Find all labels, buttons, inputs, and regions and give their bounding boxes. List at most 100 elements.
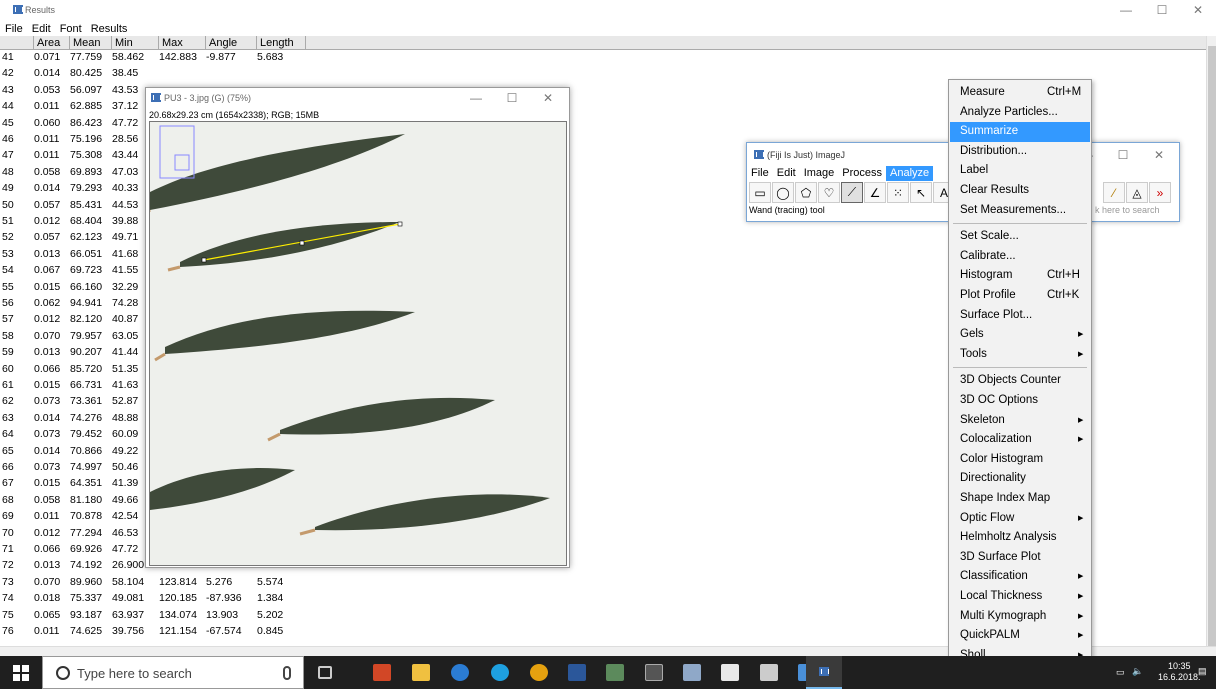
brush-tool-icon[interactable]: ⁄	[1103, 182, 1125, 203]
polygon-tool-icon[interactable]: ⬠	[795, 182, 817, 203]
maximize-button[interactable]: ☐	[1144, 3, 1180, 17]
menu-item-3d-surface-plot[interactable]: 3D Surface Plot	[950, 548, 1090, 568]
column-header-angle[interactable]: Angle	[206, 36, 257, 50]
calculator-icon[interactable]	[645, 664, 663, 681]
scrollbar-thumb[interactable]	[1208, 46, 1216, 646]
image-window[interactable]: PU3 - 3.jpg (G) (75%) — ☐ ✕ 20.68x29.23 …	[145, 87, 570, 568]
camera-icon[interactable]	[760, 664, 778, 681]
more-tools-icon[interactable]: »	[1149, 182, 1171, 203]
menu-font[interactable]: Font	[55, 22, 86, 36]
flood-fill-tool-icon[interactable]: ◬	[1126, 182, 1148, 203]
image-canvas[interactable]	[149, 121, 567, 566]
menu-results[interactable]: Results	[86, 22, 132, 36]
search-hint-text[interactable]: k here to search	[1095, 205, 1160, 215]
table-cell: 74.625	[70, 625, 103, 637]
minimize-button[interactable]: —	[1108, 3, 1144, 17]
start-button[interactable]	[0, 656, 42, 689]
table-cell: 0.012	[34, 526, 61, 539]
wand-tool-icon[interactable]: ↖	[910, 182, 932, 203]
table-row[interactable]: 73 0.070 89.960 58.104 123.814 5.276 5.574	[0, 575, 320, 589]
edge-icon[interactable]	[451, 664, 469, 681]
table-cell: 0.073	[34, 395, 61, 408]
menu-item-label[interactable]: Label	[950, 161, 1090, 181]
menu-item-classification[interactable]: Classification ▶	[950, 567, 1090, 587]
image-close-button[interactable]: ✕	[530, 91, 566, 105]
menu-item-set-measurements[interactable]: Set Measurements...	[950, 201, 1090, 221]
network-app-icon[interactable]	[683, 664, 701, 681]
freehand-tool-icon[interactable]: ♡	[818, 182, 840, 203]
imagej-close-button[interactable]: ✕	[1141, 148, 1177, 162]
oval-tool-icon[interactable]: ◯	[772, 182, 794, 203]
volume-icon[interactable]: 🔈	[1132, 666, 1143, 677]
menu-item-clear-results[interactable]: Clear Results	[950, 181, 1090, 201]
menu-item-multi-kymograph[interactable]: Multi Kymograph ▶	[950, 607, 1090, 627]
image-maximize-button[interactable]: ☐	[494, 91, 530, 105]
menu-image[interactable]: Image	[800, 166, 839, 181]
menu-item-skeleton[interactable]: Skeleton ▶	[950, 411, 1090, 431]
menu-item-helmholtz-analysis[interactable]: Helmholtz Analysis	[950, 528, 1090, 548]
menu-item-color-histogram[interactable]: Color Histogram	[950, 450, 1090, 470]
table-row[interactable]: 76 0.011 74.625 39.756 121.154 -67.574 0.845	[0, 624, 320, 638]
store-icon[interactable]	[721, 664, 739, 681]
menu-item-measure[interactable]: Measure Ctrl+M	[950, 83, 1090, 103]
menu-item-directionality[interactable]: Directionality	[950, 469, 1090, 489]
table-cell: 0.057	[34, 231, 61, 244]
menu-item-histogram[interactable]: Histogram Ctrl+H	[950, 266, 1090, 286]
menu-edit[interactable]: Edit	[27, 22, 55, 36]
column-header-area[interactable]: Area	[34, 36, 70, 50]
task-view-icon[interactable]	[318, 666, 332, 679]
clock[interactable]: 10:35 16.6.2018.	[1158, 661, 1201, 683]
line-tool-icon[interactable]: ⟋	[841, 182, 863, 203]
menu-item-calibrate[interactable]: Calibrate...	[950, 247, 1090, 267]
table-cell: 79.452	[70, 428, 103, 441]
menu-item-summarize[interactable]: Summarize	[950, 122, 1090, 142]
image-window-titlebar[interactable]: PU3 - 3.jpg (G) (75%) — ☐ ✕	[146, 88, 569, 108]
menu-item-plot-profile[interactable]: Plot Profile Ctrl+K	[950, 286, 1090, 306]
rectangle-tool-icon[interactable]: ▭	[749, 182, 771, 203]
image-minimize-button[interactable]: —	[458, 91, 494, 105]
word-icon[interactable]	[568, 664, 586, 681]
table-row[interactable]: 41 0.071 77.759 58.462 142.883 -9.877 5.683	[0, 50, 320, 64]
microphone-icon[interactable]	[283, 666, 291, 680]
menu-item-colocalization[interactable]: Colocalization ▶	[950, 430, 1090, 450]
menu-item-shape-index-map[interactable]: Shape Index Map	[950, 489, 1090, 509]
close-button[interactable]: ✕	[1180, 3, 1216, 17]
menu-item-gels[interactable]: Gels ▶	[950, 325, 1090, 345]
menu-item-set-scale[interactable]: Set Scale...	[950, 227, 1090, 247]
menu-item-3d-objects-counter[interactable]: 3D Objects Counter	[950, 371, 1090, 391]
menu-item-3d-oc-options[interactable]: 3D OC Options	[950, 391, 1090, 411]
imagej-maximize-button[interactable]: ☐	[1105, 148, 1141, 162]
table-row[interactable]: 74 0.018 75.337 49.081 120.185 -87.936 1.384	[0, 591, 320, 605]
column-header-max[interactable]: Max	[159, 36, 206, 50]
menu-item-distribution[interactable]: Distribution...	[950, 142, 1090, 162]
powerpoint-icon[interactable]	[373, 664, 391, 681]
notifications-icon[interactable]: ▤	[1198, 666, 1207, 677]
menu-item-quickpalm[interactable]: QuickPALM ▶	[950, 626, 1090, 646]
menu-item-optic-flow[interactable]: Optic Flow ▶	[950, 509, 1090, 529]
table-row[interactable]: 75 0.065 93.187 63.937 134.074 13.903 5.202	[0, 608, 320, 622]
menu-item-local-thickness[interactable]: Local Thickness ▶	[950, 587, 1090, 607]
taskbar-search[interactable]: Type here to search	[42, 656, 304, 689]
angle-tool-icon[interactable]: ∠	[864, 182, 886, 203]
internet-explorer-icon[interactable]	[491, 664, 509, 681]
column-header-mean[interactable]: Mean	[70, 36, 112, 50]
menu-analyze[interactable]: Analyze	[886, 166, 934, 181]
image-viewer-icon[interactable]	[606, 664, 624, 681]
battery-icon[interactable]: ▭	[1116, 667, 1125, 678]
menu-file[interactable]: File	[747, 166, 773, 181]
table-row[interactable]: 42 0.014 80.425 38.45	[0, 66, 320, 80]
menu-item-surface-plot[interactable]: Surface Plot...	[950, 306, 1090, 326]
menu-file[interactable]: File	[0, 22, 27, 36]
multipoint-tool-icon[interactable]: ⁙	[887, 182, 909, 203]
file-explorer-icon[interactable]	[412, 664, 430, 681]
menu-item-tools[interactable]: Tools ▶	[950, 345, 1090, 365]
column-header-length[interactable]: Length	[257, 36, 306, 50]
column-header-min[interactable]: Min	[112, 36, 159, 50]
menu-edit[interactable]: Edit	[773, 166, 800, 181]
chrome-icon[interactable]	[530, 664, 548, 681]
imagej-taskbar-button[interactable]	[806, 656, 842, 689]
menu-process[interactable]: Process	[838, 166, 886, 181]
submenu-arrow-icon: ▶	[1078, 416, 1084, 424]
vertical-scrollbar[interactable]	[1206, 36, 1216, 646]
menu-item-analyze-particles[interactable]: Analyze Particles...	[950, 103, 1090, 123]
